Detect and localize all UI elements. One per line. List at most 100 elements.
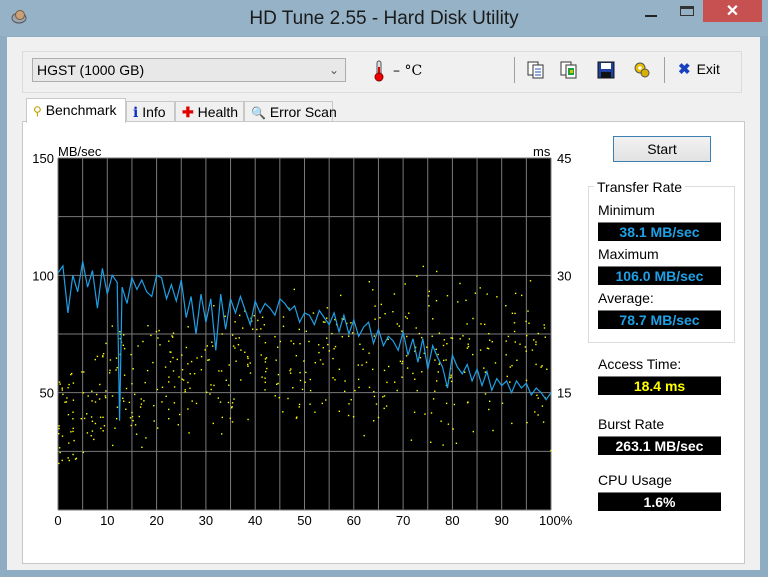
access-time-point xyxy=(322,363,324,365)
access-time-point xyxy=(231,334,234,336)
access-time-point xyxy=(187,381,189,384)
access-time-point xyxy=(93,438,95,441)
access-time-point xyxy=(540,366,542,368)
access-time-point xyxy=(507,335,510,338)
access-time-point xyxy=(410,439,413,441)
access-time-point xyxy=(431,335,433,337)
start-button[interactable]: Start xyxy=(613,136,711,162)
access-time-point xyxy=(525,379,528,382)
access-time-point xyxy=(196,357,198,359)
access-time-point xyxy=(511,312,514,314)
access-time-point xyxy=(119,331,121,333)
access-time-point xyxy=(140,403,143,405)
access-time-point xyxy=(94,422,97,425)
access-time-point xyxy=(293,288,295,291)
access-time-point xyxy=(150,334,152,337)
access-time-point xyxy=(253,315,255,317)
access-time-point xyxy=(58,447,61,449)
tab-benchmark[interactable]: ⚲ Benchmark xyxy=(26,98,126,123)
access-time-point xyxy=(435,348,437,350)
access-time-point xyxy=(505,340,507,342)
access-time-point xyxy=(392,311,394,313)
x-tick-label: 40 xyxy=(248,513,262,528)
access-time-point xyxy=(375,403,378,405)
access-time-point xyxy=(373,390,375,393)
access-time-point xyxy=(169,351,171,353)
access-time-point xyxy=(424,413,426,415)
access-time-point xyxy=(437,371,439,373)
access-time-point xyxy=(130,353,132,356)
access-time-point xyxy=(142,340,144,343)
access-time-point xyxy=(462,335,464,337)
access-time-point xyxy=(292,387,294,389)
access-time-point xyxy=(247,357,249,360)
access-time-point xyxy=(489,400,491,402)
access-time-point xyxy=(168,408,170,411)
access-time-point xyxy=(543,327,546,329)
access-time-point xyxy=(159,344,161,346)
access-time-point xyxy=(535,343,537,346)
access-time-point xyxy=(413,411,416,413)
access-time-point xyxy=(122,397,124,399)
access-time-point xyxy=(260,354,262,356)
access-time-point xyxy=(293,343,295,345)
access-time-point xyxy=(80,418,82,420)
access-time-point xyxy=(282,325,285,327)
access-time-point xyxy=(305,371,307,374)
access-time-point xyxy=(99,416,102,418)
access-time-point xyxy=(298,328,300,331)
minimum-value: 38.1 MB/sec xyxy=(598,222,721,241)
access-time-point xyxy=(211,341,213,343)
access-time-point xyxy=(187,363,189,365)
access-time-point xyxy=(58,425,60,427)
access-time-point xyxy=(67,414,70,416)
access-time-point xyxy=(135,433,138,435)
access-time-point xyxy=(103,425,106,427)
access-time-point xyxy=(187,326,189,328)
access-time-point xyxy=(188,432,190,434)
access-time-point xyxy=(442,444,444,446)
access-time-point xyxy=(289,372,292,374)
access-time-point xyxy=(383,407,385,410)
access-time-point xyxy=(437,353,439,356)
access-time-point xyxy=(172,370,175,372)
access-time-point xyxy=(447,423,450,425)
access-time-point xyxy=(277,373,280,376)
access-time-point xyxy=(289,369,291,372)
access-time-point xyxy=(276,383,278,385)
access-time-point xyxy=(491,341,493,343)
access-time-point xyxy=(511,422,513,425)
access-time-point xyxy=(131,383,133,385)
access-time-point xyxy=(467,401,469,403)
access-time-point xyxy=(287,397,289,400)
access-time-point xyxy=(275,359,277,361)
bulb-icon: ⚲ xyxy=(33,104,42,118)
access-time-point xyxy=(90,416,93,418)
access-time-point xyxy=(178,376,180,378)
access-time-point xyxy=(326,307,329,309)
access-time-point xyxy=(184,391,186,393)
access-time-point xyxy=(404,316,407,318)
access-time-point xyxy=(298,403,301,406)
access-time-point xyxy=(348,403,350,405)
access-time-point xyxy=(261,376,263,378)
access-time-point xyxy=(352,416,355,418)
access-time-point xyxy=(164,366,167,368)
access-time-point xyxy=(264,381,266,384)
access-time-point xyxy=(108,372,111,374)
access-time-point xyxy=(265,370,267,373)
access-time-point xyxy=(428,305,430,307)
access-time-point xyxy=(434,390,436,392)
access-time-point xyxy=(68,383,70,386)
access-time-point xyxy=(231,421,234,423)
access-time-point xyxy=(277,346,279,348)
access-time-point xyxy=(256,328,258,331)
access-time-point xyxy=(161,401,163,403)
access-time-point xyxy=(153,420,155,422)
access-time-point xyxy=(536,394,538,396)
access-time-point xyxy=(374,318,376,320)
access-time-point xyxy=(432,398,435,400)
access-time-point xyxy=(357,378,360,381)
access-time-point xyxy=(279,340,281,343)
access-time-point xyxy=(414,378,416,380)
